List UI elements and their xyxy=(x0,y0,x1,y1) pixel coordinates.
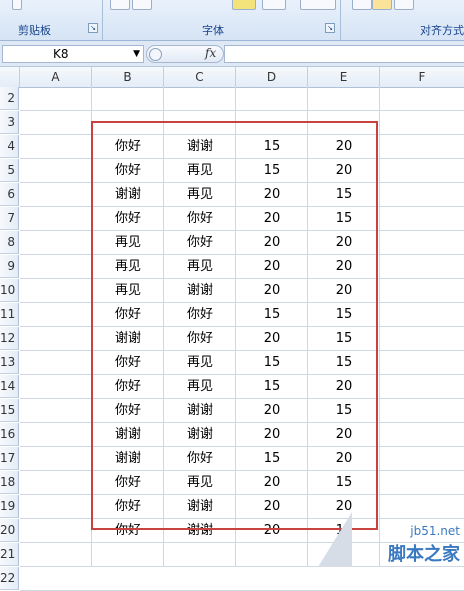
font-launcher-icon[interactable]: ↘ xyxy=(325,23,335,33)
column-header-a[interactable]: A xyxy=(20,67,92,88)
row-header-17[interactable]: 17 xyxy=(0,447,19,470)
paste-dropdown-icon[interactable] xyxy=(12,0,22,10)
gridline-horizontal xyxy=(20,110,464,111)
ribbon: 剪贴板 ↘ 字体 ↘ 对齐方式 xyxy=(0,0,464,41)
row-header-15[interactable]: 15 xyxy=(0,399,19,422)
bold-button[interactable] xyxy=(110,0,130,10)
name-box[interactable]: K8 ▼ xyxy=(2,45,144,63)
row-header-11[interactable]: 11 xyxy=(0,303,19,326)
row-header-13[interactable]: 13 xyxy=(0,351,19,374)
select-all-corner[interactable] xyxy=(0,67,20,88)
font-color-button[interactable] xyxy=(262,0,286,10)
watermark-name: 脚本之家 xyxy=(388,544,460,565)
formula-bar: K8 ▼ fx xyxy=(0,41,464,67)
font-group-label: 字体 xyxy=(202,24,224,37)
row-header-3[interactable]: 3 xyxy=(0,111,19,134)
row-header-5[interactable]: 5 xyxy=(0,159,19,182)
ribbon-separator xyxy=(102,0,103,40)
watermark-site: jb51.net xyxy=(410,524,460,538)
row-header-9[interactable]: 9 xyxy=(0,255,19,278)
highlight-border xyxy=(91,121,378,530)
clipboard-launcher-icon[interactable]: ↘ xyxy=(88,23,98,33)
align-left-button[interactable] xyxy=(352,0,372,10)
align-center-button[interactable] xyxy=(372,0,392,10)
italic-button[interactable] xyxy=(132,0,152,10)
name-box-value: K8 xyxy=(53,47,69,61)
align-right-button[interactable] xyxy=(394,0,414,10)
formula-input[interactable] xyxy=(224,45,464,63)
formula-controls: fx xyxy=(146,45,224,63)
expand-icon[interactable] xyxy=(149,48,162,61)
alignment-group-label: 对齐方式 xyxy=(420,24,464,37)
ribbon-separator xyxy=(340,0,341,40)
row-header-20[interactable]: 20 xyxy=(0,519,19,542)
row-header-10[interactable]: 10 xyxy=(0,279,19,302)
row-header-21[interactable]: 21 xyxy=(0,543,19,566)
row-header-12[interactable]: 12 xyxy=(0,327,19,350)
column-header-c[interactable]: C xyxy=(164,67,236,88)
insert-function-button[interactable]: fx xyxy=(205,46,216,60)
row-header-18[interactable]: 18 xyxy=(0,471,19,494)
row-header-4[interactable]: 4 xyxy=(0,135,19,158)
row-header-6[interactable]: 6 xyxy=(0,183,19,206)
row-header-7[interactable]: 7 xyxy=(0,207,19,230)
page-curl-decoration xyxy=(318,512,352,567)
row-header-22[interactable]: 22 xyxy=(0,567,19,590)
row-header-2[interactable]: 2 xyxy=(0,87,19,110)
row-header-14[interactable]: 14 xyxy=(0,375,19,398)
column-header-d[interactable]: D xyxy=(236,67,308,88)
row-header-16[interactable]: 16 xyxy=(0,423,19,446)
border-button[interactable] xyxy=(300,0,336,10)
row-header-8[interactable]: 8 xyxy=(0,231,19,254)
watermark: jb51.net 脚本之家 xyxy=(362,520,464,567)
column-header-f[interactable]: F xyxy=(380,67,464,88)
fill-color-button[interactable] xyxy=(232,0,256,10)
clipboard-group-label: 剪贴板 xyxy=(18,24,51,37)
column-header-e[interactable]: E xyxy=(308,67,380,88)
row-header-19[interactable]: 19 xyxy=(0,495,19,518)
chevron-down-icon[interactable]: ▼ xyxy=(133,46,140,62)
column-header-b[interactable]: B xyxy=(92,67,164,88)
